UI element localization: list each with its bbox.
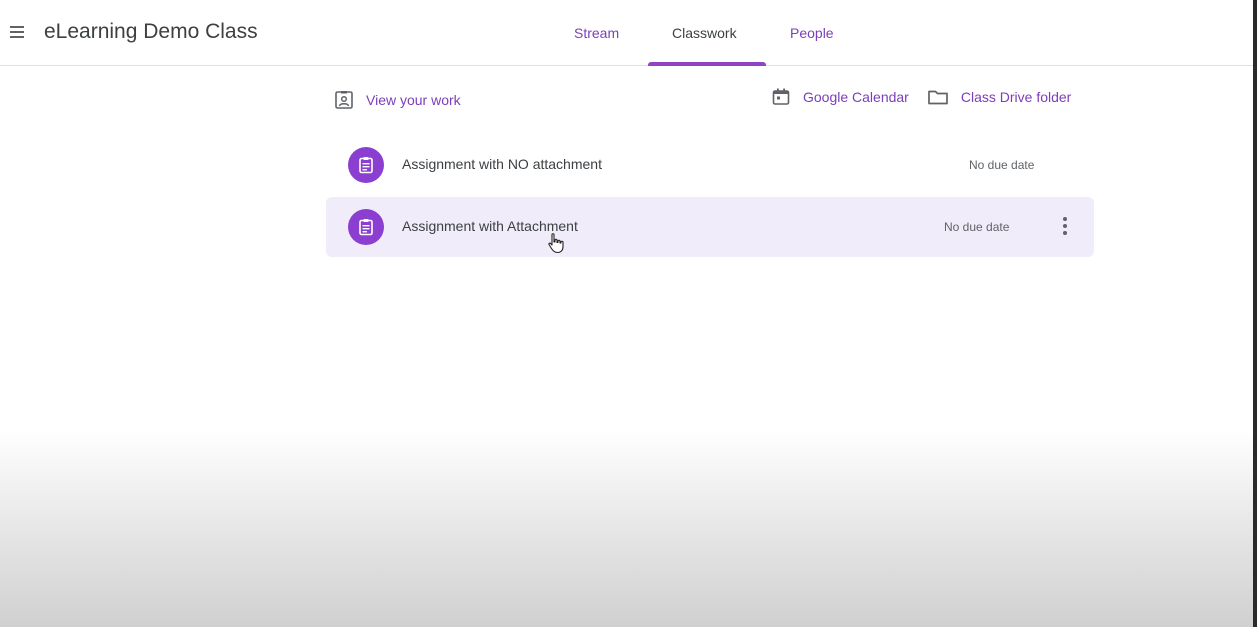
due-date: No due date: [944, 220, 1010, 234]
classroom-window: eLearning Demo Class Stream Classwork Pe…: [0, 0, 1257, 627]
class-drive-folder-label: Class Drive folder: [960, 89, 1072, 105]
assignment-icon: [348, 209, 384, 245]
assignment-icon: [348, 147, 384, 183]
class-drive-folder-link[interactable]: Class Drive folder: [927, 87, 1071, 107]
tab-bar: Stream Classwork People: [0, 0, 1253, 66]
bottom-gradient-overlay: [0, 430, 1253, 627]
google-calendar-link[interactable]: Google Calendar: [771, 87, 909, 107]
assignment-row[interactable]: Assignment with NO attachment No due dat…: [326, 135, 1094, 195]
active-tab-indicator: [648, 62, 766, 66]
assignment-row[interactable]: Assignment with Attachment No due date: [326, 197, 1094, 257]
window-edge: [1253, 0, 1257, 627]
top-app-bar: eLearning Demo Class Stream Classwork Pe…: [0, 0, 1253, 66]
more-vert-icon[interactable]: [1062, 217, 1068, 237]
folder-icon: [928, 90, 948, 105]
assignment-title: Assignment with NO attachment: [402, 156, 602, 172]
tab-people[interactable]: People: [790, 25, 834, 41]
view-your-work-link[interactable]: View your work: [334, 90, 461, 110]
tab-classwork[interactable]: Classwork: [672, 25, 737, 41]
assigned-person-icon: [335, 91, 353, 109]
classwork-toolbar: Google Calendar Class Drive folder: [771, 87, 1071, 107]
tab-stream[interactable]: Stream: [574, 25, 619, 41]
google-calendar-label: Google Calendar: [803, 89, 909, 105]
due-date: No due date: [969, 158, 1035, 172]
view-your-work-label: View your work: [366, 92, 461, 108]
calendar-icon: [772, 88, 790, 105]
hand-pointer-cursor-icon: [548, 233, 564, 254]
